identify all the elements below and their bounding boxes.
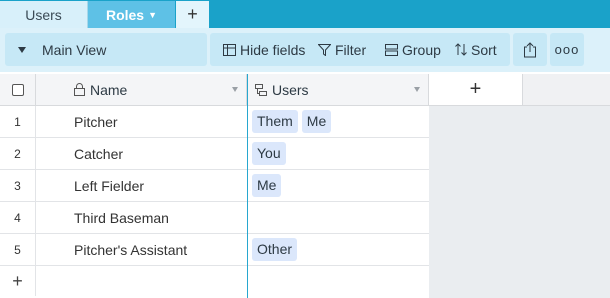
add-row-button[interactable]: + [0, 266, 36, 296]
view-name: Main View [42, 41, 107, 58]
table-row[interactable]: 2 Catcher You [0, 138, 429, 170]
table-row[interactable]: 4 Third Baseman [0, 202, 429, 234]
select-all-cell [0, 74, 36, 105]
row-number: 4 [0, 202, 36, 233]
tab-users[interactable]: Users [0, 1, 88, 28]
group-label: Group [402, 41, 441, 58]
user-chip[interactable]: Other [252, 238, 298, 261]
cell-users[interactable]: Them Me [247, 106, 429, 137]
cell-name[interactable]: Pitcher [36, 106, 247, 137]
column-name-label: Name [90, 81, 128, 98]
view-actions: Hide fields Filter Group Sort [210, 33, 510, 66]
tab-users-label: Users [25, 6, 62, 23]
share-icon [524, 41, 536, 57]
table-row[interactable]: 5 Pitcher's Assistant Other [0, 234, 429, 266]
filter-label: Filter [335, 41, 367, 58]
more-options-button[interactable]: ooo [550, 33, 584, 66]
row-number: 3 [0, 170, 36, 201]
tab-roles[interactable]: Roles ▼ [88, 1, 175, 28]
column-users-label: Users [272, 81, 309, 98]
add-column-button[interactable]: + [429, 74, 523, 105]
chevron-down-icon[interactable]: ▼ [148, 10, 157, 20]
user-chip[interactable]: Me [301, 110, 332, 133]
chevron-down-icon[interactable] [414, 87, 420, 92]
add-table-button[interactable]: + [176, 1, 209, 28]
tab-roles-label: Roles [105, 6, 145, 23]
row-number: 5 [0, 234, 36, 265]
cell-users[interactable]: Me [247, 170, 429, 201]
group-button[interactable]: Group [385, 33, 441, 66]
chevron-down-icon[interactable] [232, 87, 238, 92]
hide-fields-label: Hide fields [240, 41, 306, 58]
column-header-row: Name Users + [0, 74, 610, 106]
row-number: 2 [0, 138, 36, 169]
table-tab-bar: Users Roles ▼ + [0, 0, 610, 28]
frozen-column-divider[interactable] [247, 74, 248, 298]
table-row[interactable]: 3 Left Fielder Me [0, 170, 429, 202]
row-number: 1 [0, 106, 36, 137]
user-chip[interactable]: You [252, 142, 286, 165]
add-row: + [0, 266, 429, 298]
column-header-name[interactable]: Name [36, 74, 247, 105]
view-toolbar: Main View Hide fields Filter Group Sort … [0, 28, 610, 72]
grid-empty-area [429, 106, 610, 298]
user-chip[interactable]: Them [252, 110, 298, 133]
cell-users[interactable]: You [247, 138, 429, 169]
cell-name[interactable]: Left Fielder [36, 170, 247, 201]
linked-record-icon [255, 83, 267, 96]
cell-name[interactable]: Third Baseman [36, 202, 247, 233]
hide-fields-button[interactable]: Hide fields [223, 33, 305, 66]
view-switcher[interactable]: Main View [5, 33, 207, 66]
sort-button[interactable]: Sort [455, 33, 497, 66]
lock-icon [74, 83, 85, 96]
sort-label: Sort [471, 41, 497, 58]
filter-button[interactable]: Filter [318, 33, 366, 66]
grid-icon [223, 43, 236, 56]
cell-name[interactable]: Pitcher's Assistant [36, 234, 247, 265]
group-icon [385, 43, 398, 56]
cell-name[interactable]: Catcher [36, 138, 247, 169]
sort-icon [455, 43, 467, 56]
cell-users[interactable]: Other [247, 234, 429, 265]
select-all-checkbox[interactable] [11, 83, 24, 96]
user-chip[interactable]: Me [252, 174, 282, 197]
records-grid: Name Users + 1 Pitcher Them Me 2 Catcher… [0, 74, 610, 298]
table-row[interactable]: 1 Pitcher Them Me [0, 106, 429, 138]
filter-icon [318, 43, 331, 56]
header-filler [523, 74, 610, 105]
caret-down-icon [18, 46, 26, 53]
cell-users[interactable] [247, 202, 429, 233]
share-button[interactable] [513, 33, 547, 66]
column-header-users[interactable]: Users [247, 74, 429, 105]
